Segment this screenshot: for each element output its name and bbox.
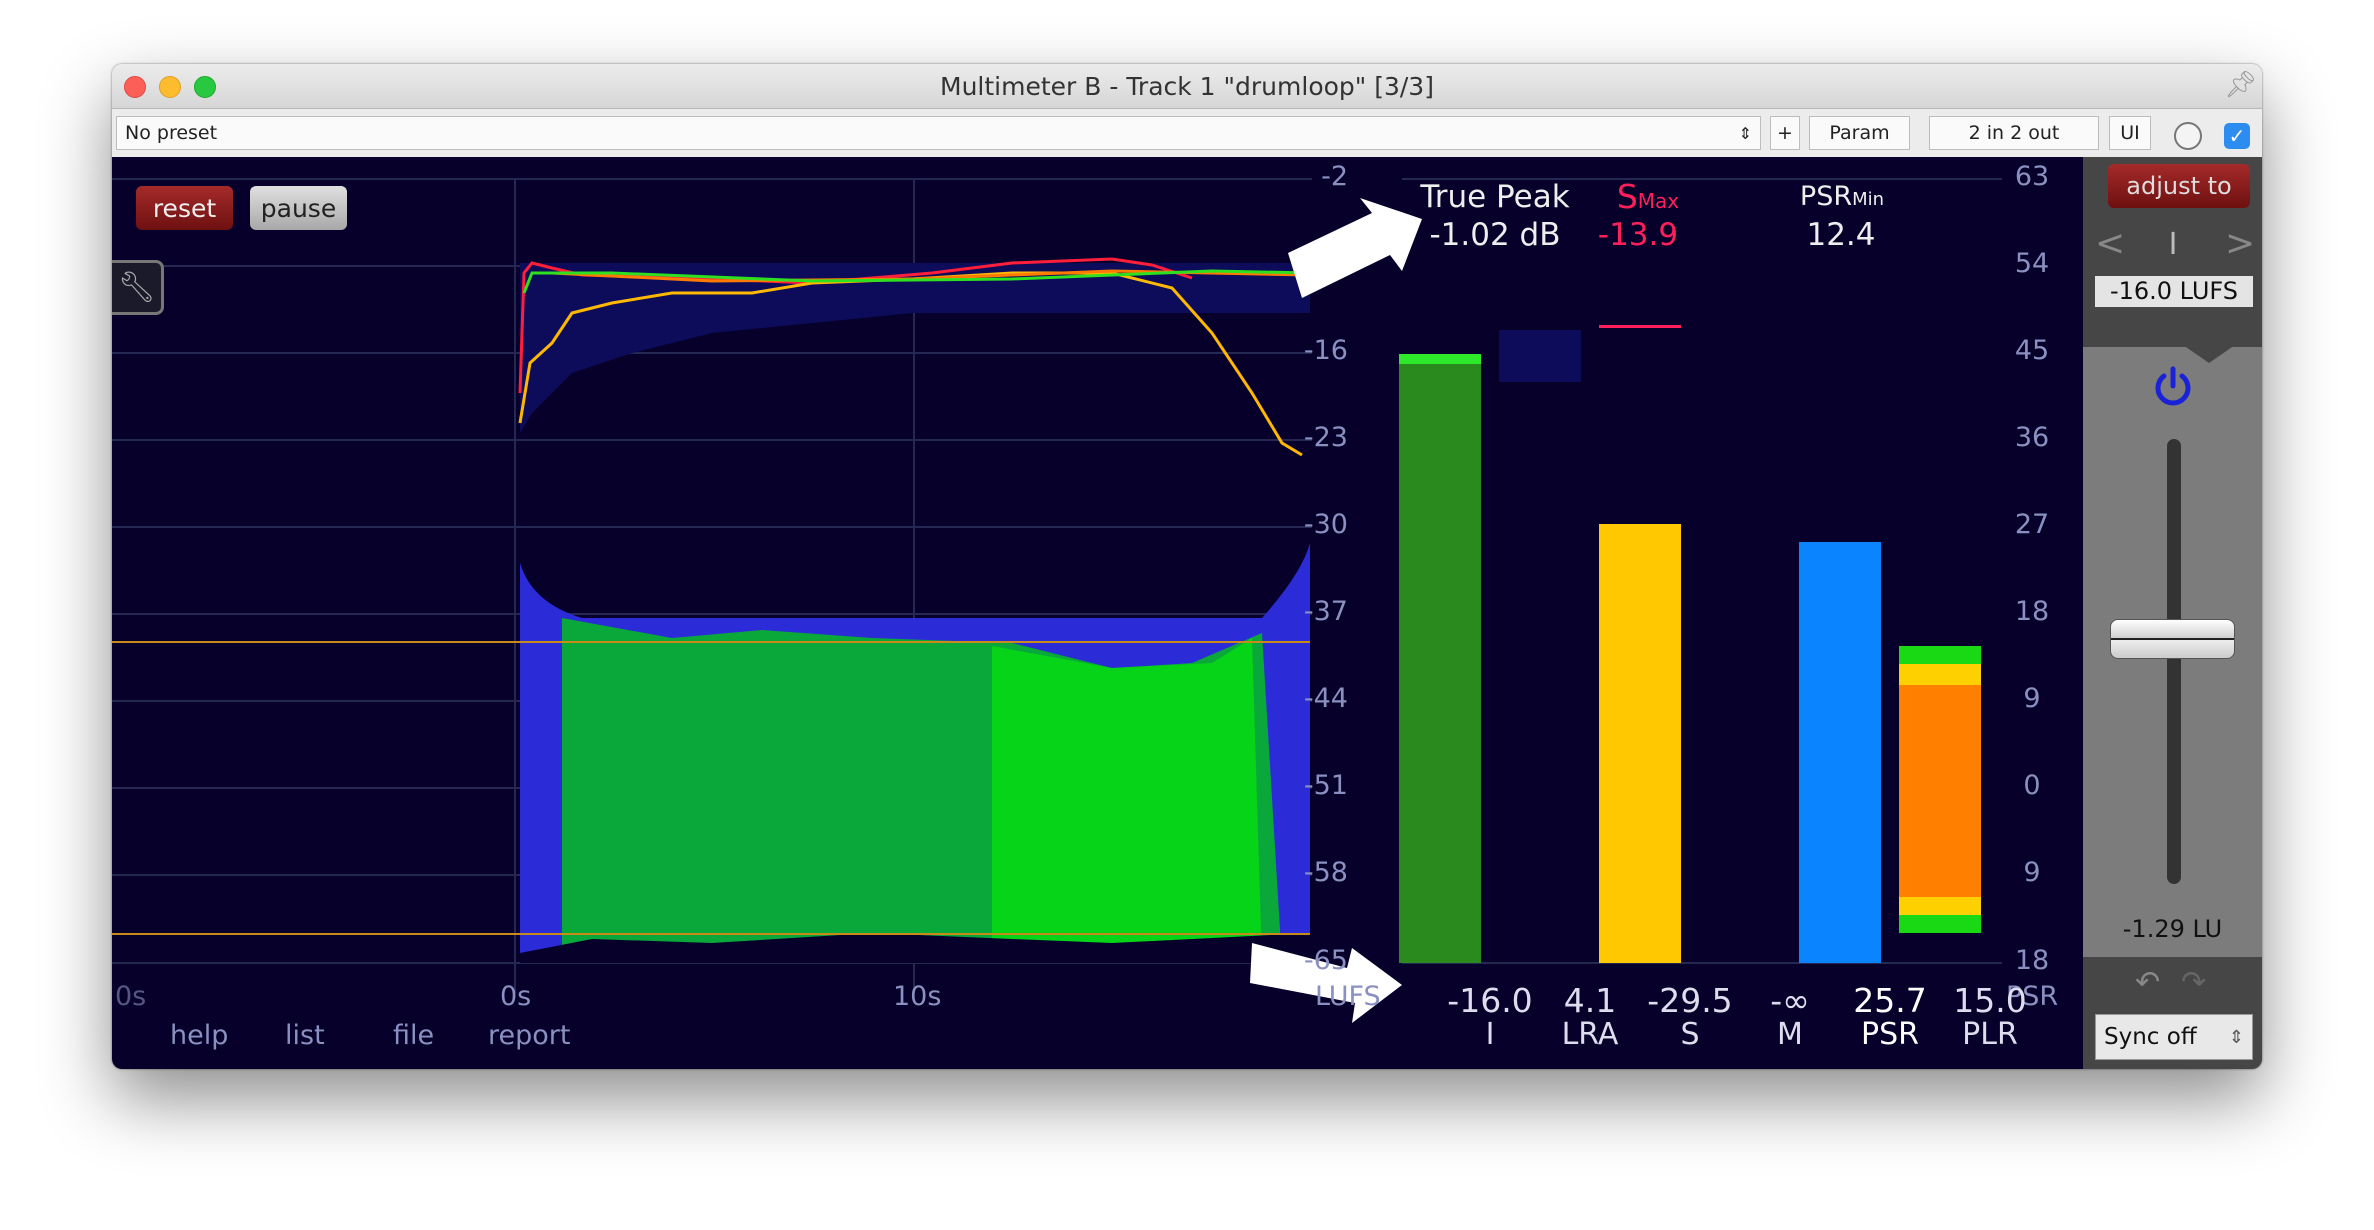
title-bar: Multimeter B - Track 1 "drumloop" [3/3] …	[112, 64, 2262, 109]
meter-label-m[interactable]: M	[1740, 1017, 1840, 1052]
gain-value: -1.29 LU	[2122, 915, 2223, 943]
meter-label-plr[interactable]: PLR	[1940, 1017, 2040, 1052]
psrmin-label-sub: Min	[1852, 189, 1885, 210]
meter-display-content: reset pause 🔧︎ -2 -9 -16 -23 -30 -37 -44…	[112, 157, 2083, 1069]
add-preset-button[interactable]: +	[1770, 116, 1800, 150]
meter-bar-s	[1599, 524, 1681, 963]
wrench-icon[interactable]: 🔧︎	[112, 260, 164, 315]
chevron-right-icon[interactable]: >	[2225, 223, 2255, 264]
chevron-left-icon[interactable]: <	[2095, 223, 2125, 264]
ui-button[interactable]: UI	[2109, 116, 2151, 150]
smax-label-sub: Max	[1637, 189, 1680, 213]
mix-knob[interactable]	[2174, 122, 2202, 150]
gain-slider-track[interactable]	[2167, 439, 2181, 884]
axis-tick: 54	[2014, 248, 2050, 279]
io-button[interactable]: 2 in 2 out	[1929, 116, 2099, 150]
meter-label-psr[interactable]: PSR	[1840, 1017, 1940, 1052]
axis-tick: -16	[1303, 335, 1348, 366]
adjust-panel: adjust to < I > -16.0 LUFS -1.29 LU ↶ ↷ …	[2083, 157, 2262, 1069]
adjust-to-button[interactable]: adjust to	[2108, 164, 2250, 208]
axis-tick: 9	[2023, 857, 2041, 888]
meter-bar-psr	[1799, 542, 1881, 963]
true-peak-value: -1.02 dB	[1429, 217, 1561, 253]
smax-label: SMax	[1598, 177, 1698, 216]
meter-bar-plr-green-bottom	[1899, 915, 1981, 933]
meter-bar-plr-yellow-top	[1899, 664, 1981, 685]
meter-display: reset pause 🔧︎ -2 -9 -16 -23 -30 -37 -44…	[112, 157, 2083, 1069]
axis-tick: 63	[2014, 161, 2050, 192]
sync-select[interactable]: Sync off ⇕	[2095, 1014, 2253, 1060]
axis-tick: 18	[2014, 945, 2050, 976]
axis-tick: -37	[1303, 596, 1348, 627]
meter-value-i: -16.0	[1447, 981, 1533, 1020]
help-link[interactable]: help	[170, 1020, 228, 1051]
updown-icon: ⇕	[1738, 123, 1752, 143]
updown-icon: ⇕	[2228, 1026, 2244, 1048]
pointer-notch	[2183, 345, 2235, 363]
axis-tick: 18	[2014, 596, 2050, 627]
undo-icon[interactable]: ↶	[2135, 965, 2160, 1000]
smax-marker	[1599, 325, 1681, 328]
gain-slider-handle[interactable]	[2110, 619, 2235, 660]
window-title: Multimeter B - Track 1 "drumloop" [3/3]	[940, 72, 1434, 101]
psrmin-label: PSRMin	[1792, 181, 1892, 212]
meter-value-s: -29.5	[1647, 981, 1733, 1020]
meter-value-m: -∞	[1770, 981, 1810, 1020]
smax-label-main: S	[1616, 177, 1638, 216]
axis-tick: 36	[2014, 422, 2050, 453]
meter-label-i[interactable]: I	[1440, 1017, 1540, 1052]
axis-tick: -65	[1303, 945, 1348, 976]
file-link[interactable]: file	[393, 1020, 434, 1051]
axis-tick: -58	[1303, 857, 1348, 888]
preset-value: No preset	[125, 122, 218, 144]
param-button[interactable]: Param	[1809, 116, 1910, 150]
time-label: 10s	[893, 981, 942, 1012]
meter-bar-i	[1399, 354, 1481, 963]
meter-bar-plr-green-top	[1899, 646, 1981, 664]
meter-bars	[1399, 325, 1981, 963]
list-link[interactable]: list	[285, 1020, 325, 1051]
meter-bar-i-top	[1399, 354, 1481, 364]
histogram-bright-green	[992, 638, 1262, 963]
power-icon[interactable]	[2151, 365, 2195, 409]
adjust-mode: I	[2168, 227, 2178, 262]
meter-bar-plr-yellow-bottom	[1899, 897, 1981, 915]
time-label: 0s	[500, 981, 532, 1012]
pause-button[interactable]: pause	[250, 186, 347, 230]
toolbar: No preset ⇕ + Param 2 in 2 out UI ✓	[112, 109, 2262, 157]
axis-tick: 45	[2014, 335, 2050, 366]
redo-icon[interactable]: ↷	[2181, 965, 2206, 1000]
pin-icon[interactable]: 📌︎	[2224, 70, 2257, 100]
axis-tick: 27	[2014, 509, 2050, 540]
axis-unit: LUFS	[1315, 981, 1381, 1012]
meter-label-s[interactable]: S	[1640, 1017, 1740, 1052]
meter-value-lra: 4.1	[1563, 981, 1617, 1020]
true-peak-label: True Peak	[1420, 179, 1570, 215]
psrmin-label-main: PSR	[1799, 181, 1853, 212]
sync-value: Sync off	[2104, 1024, 2197, 1050]
axis-tick: 9	[2023, 683, 2041, 714]
psrmin-value: 12.4	[1806, 217, 1876, 253]
arrow-icon	[1288, 198, 1422, 298]
bypass-checkbox[interactable]: ✓	[2224, 123, 2250, 149]
axis-tick: -2	[1321, 161, 1348, 192]
axis-tick: -51	[1303, 770, 1348, 801]
target-loudness-field[interactable]: -16.0 LUFS	[2095, 276, 2253, 307]
axis-tick: -44	[1303, 683, 1348, 714]
axis-tick: -30	[1303, 509, 1348, 540]
meter-bar-lra	[1499, 330, 1581, 382]
smax-value: -13.9	[1597, 217, 1679, 253]
meter-value-psr: 25.7	[1853, 981, 1927, 1020]
axis-tick: -23	[1303, 422, 1348, 453]
loudness-history-graph	[112, 178, 2002, 1023]
axis-tick: 0	[2023, 770, 2041, 801]
report-link[interactable]: report	[488, 1020, 570, 1051]
meter-value-plr: 15.0	[1953, 981, 2027, 1020]
reset-button[interactable]: reset	[136, 186, 233, 230]
time-label: 0s	[115, 981, 147, 1012]
meter-bar-plr	[1899, 685, 1981, 897]
meter-label-lra[interactable]: LRA	[1540, 1017, 1640, 1052]
preset-select[interactable]: No preset ⇕	[116, 116, 1761, 150]
plugin-window: Multimeter B - Track 1 "drumloop" [3/3] …	[112, 64, 2262, 1069]
